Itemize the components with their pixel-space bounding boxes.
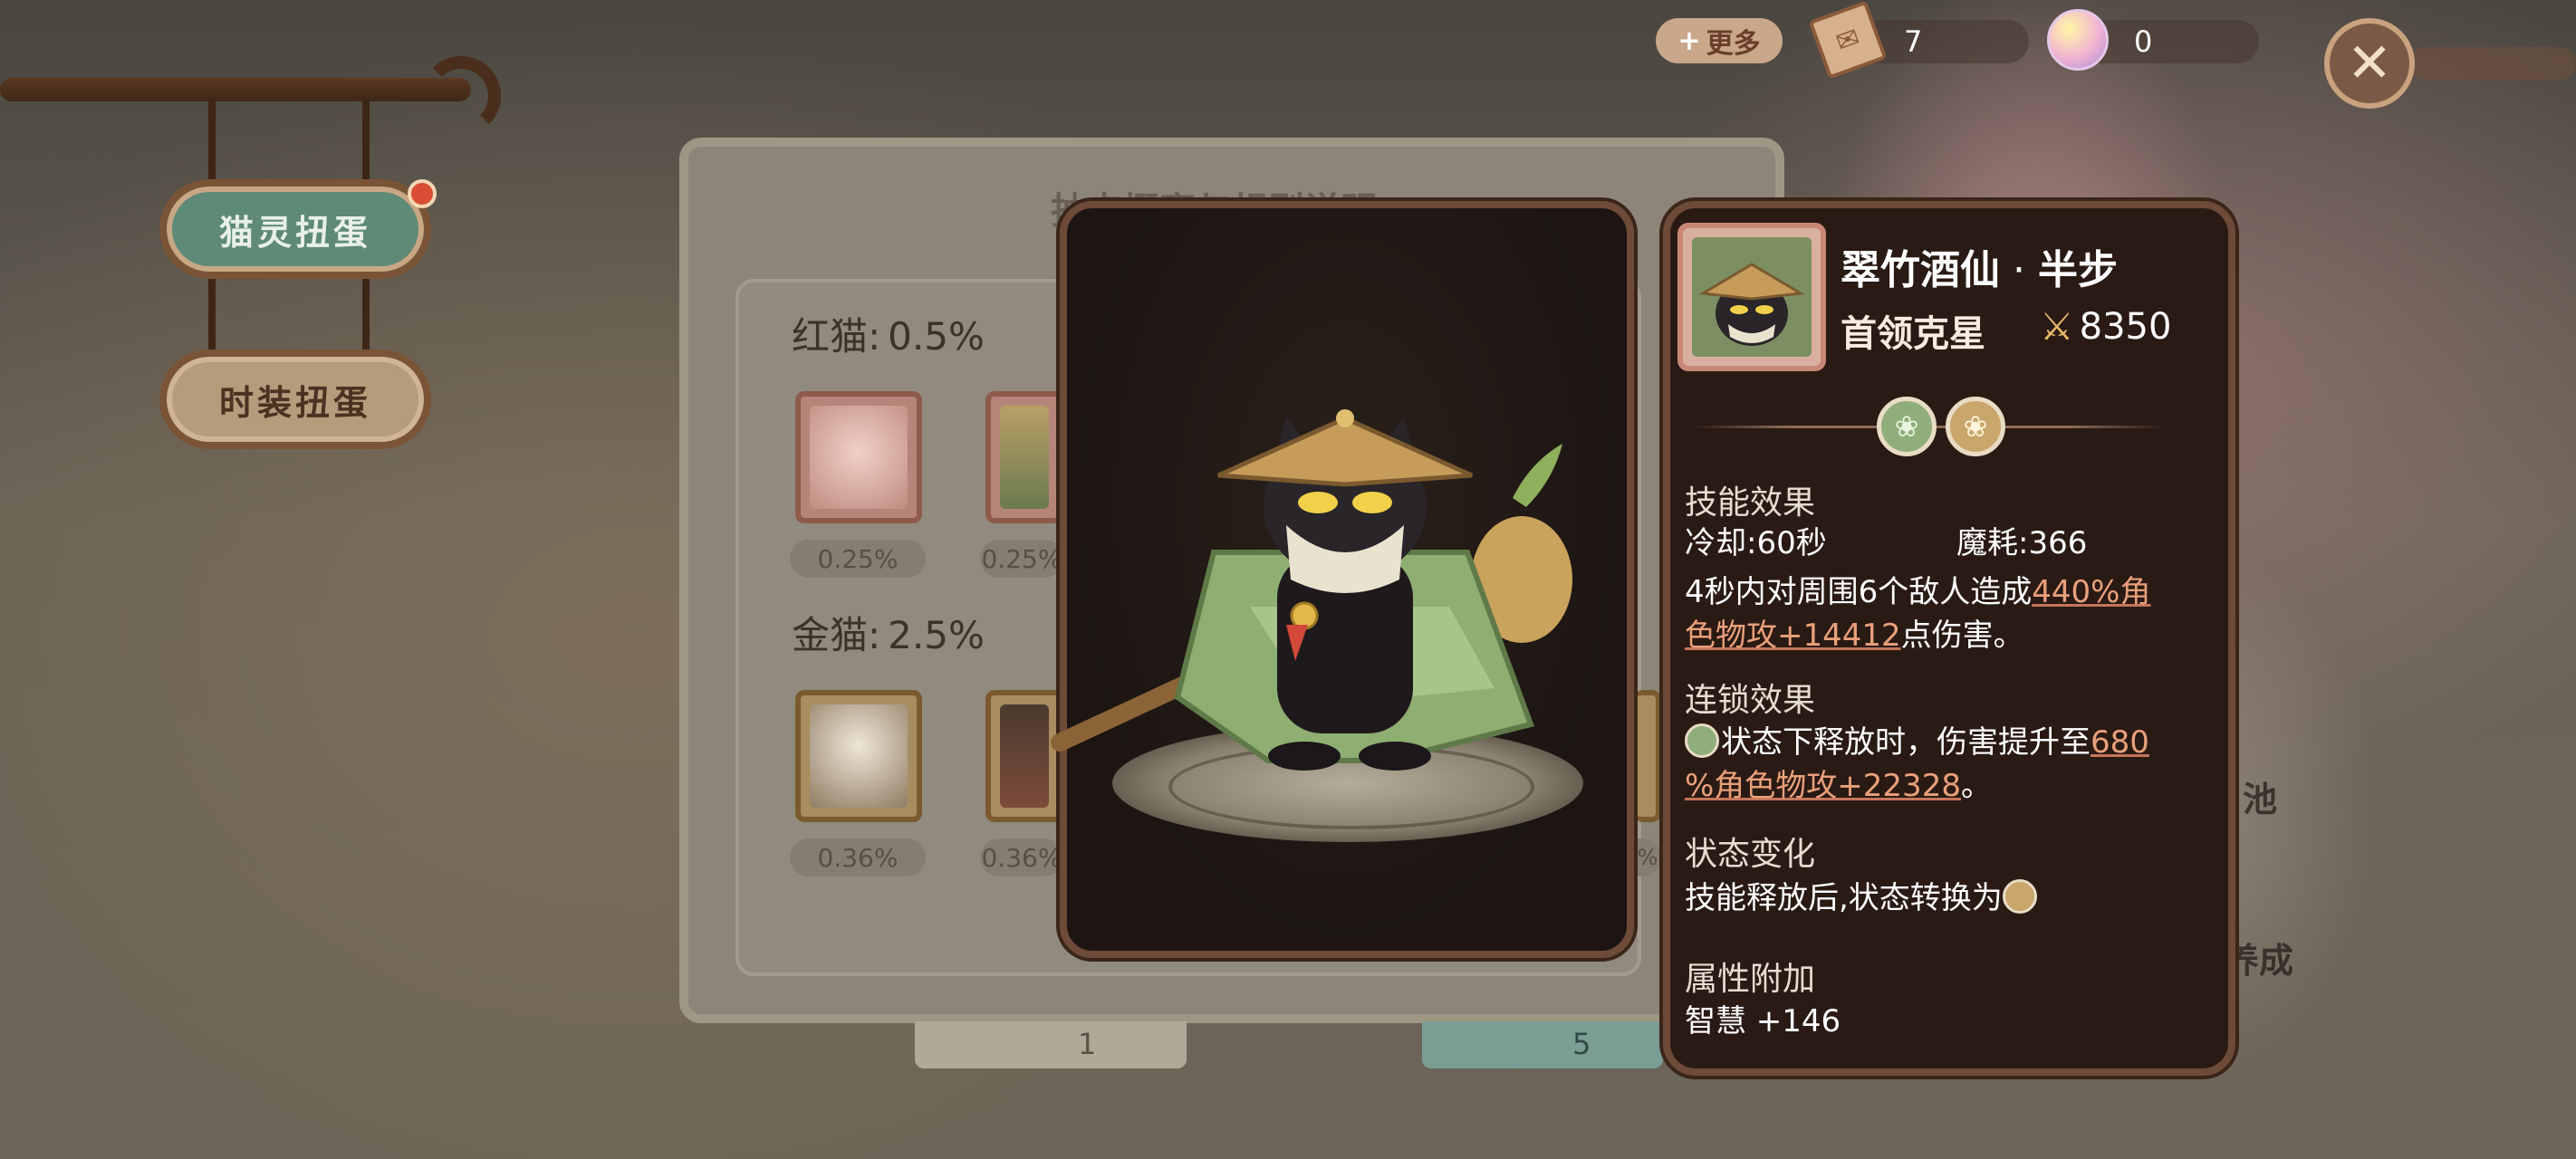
skill-description: 4秒内对周围6个敌人造成440%角色物攻+14412点伤害。 bbox=[1685, 570, 2228, 657]
rate-group-name: 红猫 bbox=[792, 314, 869, 359]
chain-desc-prefix: 状态下释放时，伤害提升至 bbox=[1721, 724, 2091, 761]
notification-dot bbox=[408, 179, 437, 208]
signpost-hook bbox=[421, 56, 501, 136]
more-label: 更多 bbox=[1706, 28, 1761, 60]
rate-label: 0.36% bbox=[980, 838, 1063, 876]
green-state-icon[interactable]: ❀ bbox=[1877, 397, 1937, 456]
attribute-bonus-title: 属性附加 bbox=[1685, 961, 1816, 998]
skill-desc-highlight: 440%角 bbox=[2032, 574, 2151, 610]
character-tag: 首领克星 bbox=[1841, 313, 1985, 355]
page-tab[interactable]: 1 bbox=[915, 1021, 1187, 1068]
tab-label: 猫灵扭蛋 bbox=[218, 212, 371, 253]
rate-label: 0.25% bbox=[790, 540, 926, 578]
close-bar bbox=[2409, 47, 2576, 80]
eye bbox=[1352, 492, 1392, 513]
avatar-art bbox=[1692, 237, 1812, 357]
chain-desc-highlight: 680 bbox=[2091, 724, 2149, 761]
green-state-icon bbox=[1685, 723, 1719, 758]
skill-mana: 魔耗:366 bbox=[1956, 525, 2088, 561]
rate-group-value: 0.5% bbox=[888, 314, 985, 359]
foot bbox=[1268, 742, 1341, 771]
rate-label: 0.36% bbox=[790, 838, 926, 876]
ticket-count: 7 bbox=[1904, 24, 1923, 59]
rate-group-name: 金猫 bbox=[792, 613, 869, 657]
foot bbox=[1359, 742, 1431, 771]
rate-card[interactable] bbox=[795, 391, 922, 523]
rate-group-title: 金猫: 2.5% bbox=[792, 613, 985, 657]
signpost-bar bbox=[0, 78, 471, 101]
eye bbox=[1298, 492, 1338, 513]
combat-power-value: 8350 bbox=[2079, 305, 2172, 348]
character-model bbox=[1051, 409, 1572, 771]
name-separator: · bbox=[2013, 247, 2025, 293]
chain-desc-suffix: 。 bbox=[1960, 768, 1992, 804]
signpost-chain bbox=[208, 272, 216, 353]
character-name-text: 翠竹酒仙 bbox=[1841, 247, 2000, 293]
crossed-swords-icon: ⚔ bbox=[2040, 304, 2074, 349]
background-label: 池 bbox=[2243, 780, 2278, 819]
egg-icon bbox=[2047, 9, 2109, 71]
state-change-description: 技能释放后,状态转换为 bbox=[1685, 876, 2039, 920]
chain-desc-highlight: %角色物攻+22328 bbox=[1685, 768, 1961, 804]
signpost-chain bbox=[362, 272, 370, 353]
gold-state-icon[interactable]: ❀ bbox=[1946, 397, 2005, 456]
page-number: 5 bbox=[1572, 1027, 1591, 1061]
state-change-title: 状态变化 bbox=[1685, 836, 1816, 873]
tab-costume-gacha[interactable]: 时装扭蛋 bbox=[159, 350, 431, 449]
cat-portrait bbox=[810, 704, 908, 808]
rate-card[interactable] bbox=[795, 690, 922, 822]
chain-effect-title: 连锁效果 bbox=[1685, 682, 1816, 719]
more-button[interactable]: + 更多 bbox=[1656, 18, 1783, 63]
signpost-chain bbox=[362, 98, 370, 181]
cat-portrait bbox=[810, 406, 908, 509]
avatar-portrait bbox=[1692, 237, 1812, 357]
close-button[interactable]: ✕ bbox=[2324, 18, 2415, 109]
page-number: 1 bbox=[1078, 1027, 1097, 1061]
attribute-bonus-value: 智慧 +146 bbox=[1685, 1003, 1841, 1039]
state-change-text: 技能释放后,状态转换为 bbox=[1685, 880, 2003, 916]
character-avatar bbox=[1677, 223, 1826, 371]
rate-group-title: 红猫: 0.5% bbox=[792, 314, 985, 359]
rate-card[interactable] bbox=[1634, 690, 1661, 822]
bamboo-hat bbox=[1216, 416, 1474, 487]
belt-ornament bbox=[1290, 601, 1319, 630]
signpost-chain bbox=[208, 98, 216, 181]
close-icon: ✕ bbox=[2346, 32, 2393, 95]
plus-icon: + bbox=[1677, 24, 1701, 57]
skill-effect-title: 技能效果 bbox=[1685, 484, 1816, 522]
tab-cat-spirit-gacha[interactable]: 猫灵扭蛋 bbox=[159, 179, 431, 279]
resource-egg[interactable]: 0 bbox=[2047, 9, 2259, 71]
rate-group-value: 2.5% bbox=[888, 613, 985, 657]
skill-desc-prefix: 4秒内对周围6个敌人造成 bbox=[1685, 574, 2033, 610]
gold-state-icon bbox=[2002, 879, 2037, 914]
skill-desc-highlight: 色物攻+14412 bbox=[1685, 618, 1901, 654]
character-name: 翠竹酒仙 · 半步 bbox=[1841, 237, 2118, 295]
character-form: 半步 bbox=[2038, 247, 2118, 293]
tab-label: 时装扭蛋 bbox=[218, 382, 371, 423]
resource-ticket[interactable]: ✉ 7 bbox=[1808, 0, 2029, 80]
combat-power: ⚔ 8350 bbox=[2040, 304, 2171, 349]
egg-count: 0 bbox=[2134, 24, 2153, 59]
skill-cooldown: 冷却:60秒 bbox=[1685, 525, 1827, 561]
page-tab[interactable]: 5 bbox=[1422, 1021, 1663, 1068]
hat-tip bbox=[1336, 409, 1354, 427]
chain-description: 状态下释放时，伤害提升至680 %角色物攻+22328。 bbox=[1685, 721, 2228, 808]
skill-desc-suffix: 点伤害。 bbox=[1900, 618, 2024, 654]
leaf bbox=[1513, 444, 1562, 507]
